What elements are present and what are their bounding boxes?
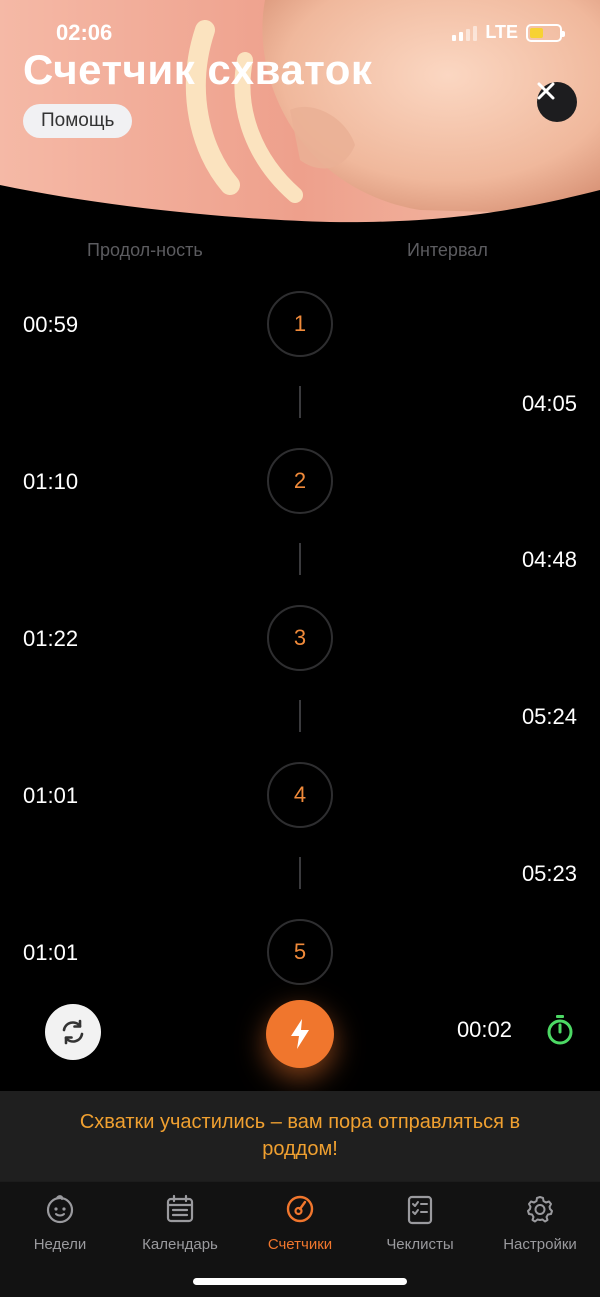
- contraction-duration: 01:10: [23, 469, 79, 494]
- status-time: 02:06: [56, 20, 113, 45]
- home-indicator[interactable]: [193, 1278, 407, 1285]
- contraction-interval: 04:05: [521, 391, 577, 416]
- close-icon: [537, 82, 555, 100]
- timeline-connector: [299, 386, 301, 418]
- help-button[interactable]: Помощь: [23, 104, 133, 138]
- contraction-number-badge: 3: [267, 605, 333, 671]
- signal-icon: [452, 25, 478, 41]
- alert-message: Схватки участились – вам пора отправлять…: [79, 1111, 521, 1160]
- contraction-number-badge: 4: [267, 762, 333, 828]
- close-button[interactable]: [537, 82, 577, 122]
- contraction-duration: 01:01: [23, 783, 79, 808]
- timeline-connector: [299, 543, 301, 575]
- tab-label: Календарь: [142, 1236, 218, 1253]
- tab-settings[interactable]: Настройки: [480, 1192, 600, 1253]
- alert-banner: Схватки участились – вам пора отправлять…: [0, 1091, 600, 1181]
- tab-label: Настройки: [503, 1236, 577, 1253]
- refresh-icon: [62, 1019, 84, 1045]
- contraction-number-badge: 1: [267, 291, 333, 357]
- tab-calendar[interactable]: Календарь: [120, 1192, 240, 1253]
- lightning-icon: [291, 1019, 309, 1049]
- battery-icon: [526, 23, 565, 42]
- contraction-duration: 01:01: [23, 940, 79, 965]
- contraction-interval: 05:23: [521, 861, 577, 886]
- tab-weeks[interactable]: Недели: [0, 1192, 120, 1253]
- duration-column-header: Продол-ность: [87, 240, 203, 260]
- contraction-duration: 00:59: [23, 312, 79, 337]
- timeline-connector: [299, 857, 301, 889]
- tab-label: Счетчики: [267, 1236, 333, 1253]
- reset-button[interactable]: [45, 1004, 101, 1060]
- tab-label: Недели: [33, 1236, 87, 1253]
- tab-checklists[interactable]: Чеклисты: [360, 1192, 480, 1253]
- gear-icon: [527, 1196, 553, 1223]
- tab-counters[interactable]: Счетчики: [240, 1192, 360, 1253]
- contraction-interval: 04:48: [521, 547, 577, 572]
- contraction-duration: 01:22: [23, 626, 79, 651]
- calendar-icon: [166, 1194, 194, 1223]
- interval-column-header: Интервал: [407, 240, 488, 260]
- page-title: Счетчик схваток: [23, 46, 373, 93]
- contraction-interval: 05:24: [521, 704, 577, 729]
- counter-dial-icon: [286, 1195, 314, 1223]
- start-contraction-button[interactable]: [266, 1000, 334, 1068]
- stopwatch-icon: [547, 1015, 573, 1045]
- contraction-number-badge: 2: [267, 448, 333, 514]
- status-indicators: LTE: [452, 22, 565, 43]
- checklist-icon: [407, 1195, 433, 1225]
- contraction-number-badge: 5: [267, 919, 333, 985]
- baby-face-icon: [46, 1195, 74, 1224]
- tab-label: Чеклисты: [386, 1236, 454, 1253]
- timeline-connector: [299, 700, 301, 732]
- header-banner: 02:06 LTE Счетчик схваток Помощь: [0, 0, 600, 230]
- current-timer: 00:02: [456, 1017, 512, 1042]
- network-label: LTE: [485, 22, 518, 42]
